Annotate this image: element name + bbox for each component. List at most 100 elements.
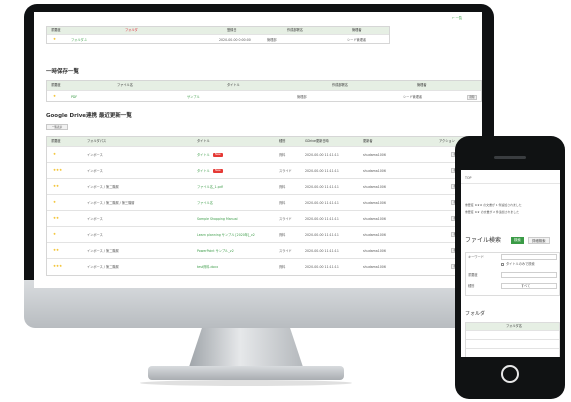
gdrive-updated-cell: 2020-00-00 11:11:11 — [305, 169, 339, 173]
updater-cell: shudama1006 — [363, 249, 386, 253]
importance-stars: ★★★ — [53, 264, 63, 268]
date-cell: 2020-00-00 0:00:00 — [219, 38, 251, 42]
updater-cell: shudama1006 — [363, 185, 386, 189]
updater-cell: shudama1006 — [363, 265, 386, 269]
table-row[interactable]: ★★★ インボース / 第二階層 test資料.docx 資料 2020-00-00 1… — [47, 258, 481, 274]
phone-screen: TOP 重要度 ★★★ の文書が 1 件追加されました 重要度 ★★ の文書が … — [461, 170, 560, 357]
gdrive-recent-table: 重要度 フォルダパス タイトル 種別 GDrive更新日時 更新者 アクション … — [46, 136, 482, 276]
col-header: フォルダ — [125, 28, 138, 32]
importance-stars: ★★ — [53, 184, 60, 188]
title-link[interactable]: test資料.docx — [197, 265, 218, 269]
advanced-search-button[interactable]: 詳細検索 — [528, 237, 550, 244]
dept-cell: 管理部 — [267, 38, 277, 42]
folder-section-title: フォルダ — [465, 311, 486, 317]
importance-stars: ★★ — [53, 216, 60, 220]
title-link[interactable]: Learn planning サンプル [2020年]_v2 — [197, 233, 255, 237]
table-row[interactable]: ★★★ インボース タイトル スライド 2020-00-00 11:11:11 shuda… — [47, 162, 481, 178]
table-row[interactable] — [466, 330, 559, 339]
folder-path-cell: インボース / 第二階層 — [87, 185, 119, 189]
title-link[interactable]: タイトル — [197, 169, 210, 173]
folder-info-table: 重要度 フォルダ 登録日 作成部署名 管理者 ★ フォルダ-1 2020-00-… — [46, 26, 390, 44]
col-header: 重要度 — [51, 83, 61, 87]
show-all-button[interactable]: 一覧表示 — [46, 124, 68, 130]
table-row[interactable]: ★★ インボース Sample Shopping Manual スライド 2020-00… — [47, 210, 481, 226]
importance-stars: ★★★ — [53, 168, 63, 172]
importance-select[interactable] — [501, 272, 557, 278]
folder-path-cell: インボース / 第二階層 / 第三階層 — [87, 201, 135, 205]
new-badge: New — [213, 153, 223, 157]
folder-col-header: フォルダ名 — [506, 324, 522, 328]
type-cell: 資料 — [279, 265, 286, 269]
importance-stars: ★ — [53, 37, 57, 41]
keyword-input[interactable] — [501, 254, 557, 260]
col-header: 更新者 — [363, 139, 373, 143]
search-button[interactable]: 検索 — [511, 237, 524, 244]
gdrive-updated-cell: 2020-00-00 11:11:11 — [305, 201, 339, 205]
top-link[interactable]: TOP — [465, 176, 471, 180]
table-row[interactable] — [466, 339, 559, 348]
table-row[interactable]: ★ PDF サンプル 管理部 シード管理者 削除 — [47, 90, 481, 103]
type-select-value: すべて — [521, 284, 531, 288]
phone-home-button[interactable] — [501, 365, 519, 383]
gdrive-updated-cell: 2020-00-00 11:11:11 — [305, 153, 339, 157]
dept-cell: 管理部 — [297, 95, 307, 99]
col-header: 登録日 — [227, 28, 237, 32]
table-header — [47, 137, 481, 146]
folder-path-cell: インボース — [87, 169, 103, 173]
type-cell: スライド — [279, 249, 292, 253]
importance-stars: ★ — [53, 232, 57, 236]
title-link[interactable]: ファイル名_1.pdf — [197, 185, 223, 189]
table-row[interactable] — [466, 348, 559, 357]
title-link[interactable]: タイトル — [197, 153, 210, 157]
back-to-list-link[interactable]: ← 一覧 — [452, 16, 462, 20]
table-row[interactable]: ★★ インボース / 第二階層 ファイル名_1.pdf 資料 2020-00-00 11… — [47, 178, 481, 194]
table-row[interactable]: ★ インボース / 第二階層 / 第三階層 ファイル名 資料 2020-00-00 11… — [47, 194, 481, 210]
title-only-checkbox[interactable] — [501, 263, 504, 266]
gdrive-updated-cell: 2020-00-00 11:11:11 — [305, 185, 339, 189]
updater-cell: shudama1006 — [363, 233, 386, 237]
file-link[interactable]: PDF — [71, 95, 77, 99]
title-only-label: タイトルのみで検索 — [506, 262, 535, 266]
importance-stars: ★ — [53, 200, 57, 204]
folder-path-cell: インボース — [87, 153, 103, 157]
folder-table: フォルダ名 — [465, 322, 560, 357]
title-link[interactable]: PowerPoint サンプル_v2 — [197, 249, 234, 253]
owner-cell: シード管理者 — [403, 95, 423, 99]
folder-path-cell: インボース / 第二階層 — [87, 265, 119, 269]
section-title-gdrive: Google Drive連携 最近更新一覧 — [46, 113, 132, 119]
updater-cell: shudama1006 — [363, 169, 386, 173]
gdrive-updated-cell: 2020-00-00 11:11:11 — [305, 233, 339, 237]
gdrive-updated-cell: 2020-00-00 11:11:11 — [305, 217, 339, 221]
folder-path-cell: インボース / 第二階層 — [87, 249, 119, 253]
col-header: 重要度 — [51, 28, 61, 32]
importance-stars: ★★ — [53, 248, 60, 252]
title-link[interactable]: サンプル — [187, 95, 200, 99]
type-cell: 資料 — [279, 201, 286, 205]
folder-link[interactable]: フォルダ-1 — [71, 38, 87, 42]
gdrive-updated-cell: 2020-00-00 11:11:11 — [305, 249, 339, 253]
title-link[interactable]: Sample Shopping Manual — [197, 217, 238, 221]
notice-1[interactable]: 重要度 ★★★ の文書が 1 件追加されました — [465, 204, 522, 207]
gdrive-updated-cell: 2020-00-00 11:11:11 — [305, 265, 339, 269]
file-search-title: ファイル検索 — [465, 237, 502, 244]
folder-path-cell: インボース — [87, 217, 103, 221]
col-header: 管理者 — [352, 28, 362, 32]
table-row[interactable]: ★ インボース Learn planning サンプル [2020年]_v2 資料 20… — [47, 226, 481, 242]
table-row[interactable]: ★★ インボース / 第二階層 PowerPoint サンプル_v2 スライド 2020… — [47, 242, 481, 258]
title-link[interactable]: ファイル名 — [197, 201, 213, 205]
table-row[interactable]: ★ フォルダ-1 2020-00-00 0:00:00 管理部 シード管理者 — [47, 34, 389, 45]
importance-stars: ★ — [53, 152, 57, 156]
importance-stars: ★ — [53, 94, 57, 98]
col-header: 作成部署名 — [332, 83, 348, 87]
delete-button[interactable]: 削除 — [467, 95, 477, 100]
col-header: タイトル — [197, 139, 210, 143]
desktop-screen: ← 一覧 重要度 フォルダ 登録日 作成部署名 管理者 ★ フォルダ-1 202… — [34, 12, 482, 288]
table-header — [47, 27, 389, 34]
col-header: フォルダパス — [87, 139, 107, 143]
col-header: タイトル — [227, 83, 240, 87]
table-row[interactable]: ★ インボース タイトル 資料 2020-00-00 11:11:11 shudama10… — [47, 146, 481, 162]
owner-cell: シード管理者 — [347, 38, 367, 42]
table-header — [47, 81, 481, 90]
col-header: 作成部署名 — [287, 28, 303, 32]
notice-2[interactable]: 重要度 ★★ の文書が 2 件追加されました — [465, 211, 519, 214]
